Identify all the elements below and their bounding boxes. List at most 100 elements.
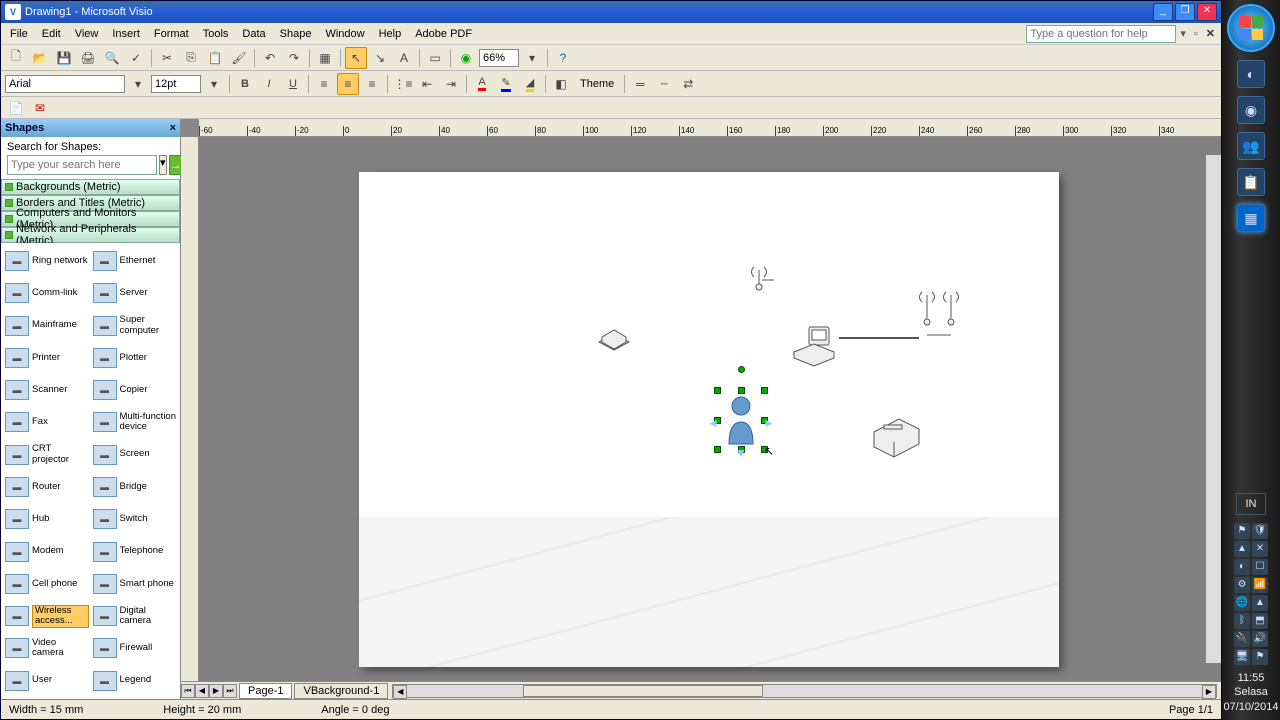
menu-shape[interactable]: Shape [273,26,319,42]
paste-button[interactable]: 📋 [204,47,226,69]
shape-item[interactable]: ▬Bridge [91,471,179,503]
bold-button[interactable]: B [234,73,256,95]
pointer-tool[interactable]: ↖ [345,47,367,69]
drawing-page[interactable]: ◄ ► ▼ ↖ [359,172,1059,667]
fill-button[interactable]: ◉ [455,47,477,69]
fontsize-selector[interactable] [151,75,201,93]
tray-icon[interactable]: 🔌 [1234,631,1250,647]
print-button[interactable]: 🖨 [77,47,99,69]
theme-button[interactable]: Theme [574,76,620,92]
spelling-button[interactable]: ✓ [125,47,147,69]
taskbar-app-1[interactable]: ◐ [1237,60,1265,88]
print-preview-button[interactable]: 🔍 [101,47,123,69]
resize-handle[interactable] [738,387,745,394]
format-painter-button[interactable]: 🖌 [228,47,250,69]
tray-icon[interactable]: ◐ [1234,559,1250,575]
open-button[interactable]: 📂 [29,47,51,69]
line-ends-button[interactable]: ⇄ [677,73,699,95]
language-indicator[interactable]: IN [1236,493,1266,515]
shape-item[interactable]: ▬Scanner [3,374,91,406]
undo-button[interactable]: ↶ [259,47,281,69]
resize-handle[interactable] [761,387,768,394]
new-button[interactable]: 🗋 [5,47,27,69]
shape-item[interactable]: ▬Ring network [3,245,91,277]
tray-icon[interactable]: ▲ [1234,541,1250,557]
shape-item[interactable]: ▬Telephone [91,536,179,568]
tray-icon[interactable]: ☐ [1252,559,1268,575]
connector-tool[interactable]: ↘ [369,47,391,69]
shape-item[interactable]: ▬Multi-function device [91,406,179,438]
shape-item[interactable]: ▬Cell phone [3,568,91,600]
shape-item[interactable]: ▬Copier [91,374,179,406]
shapes-window-button[interactable]: ▦ [314,47,336,69]
shape-item[interactable]: ▬User [3,665,91,697]
shape-item[interactable]: ▬Smart phone [91,568,179,600]
rectangle-tool[interactable]: ▭ [424,47,446,69]
menu-view[interactable]: View [68,26,106,42]
scroll-thumb[interactable] [523,685,763,697]
underline-button[interactable]: U [282,73,304,95]
align-left-button[interactable]: ≡ [313,73,335,95]
tray-icon[interactable]: 🛡 [1252,523,1268,539]
shape-item[interactable]: ▬Server [91,277,179,309]
align-right-button[interactable]: ≡ [361,73,383,95]
font-color-button[interactable]: A [471,73,493,95]
save-button[interactable]: 💾 [53,47,75,69]
tab-nav-prev[interactable]: ◀ [195,684,209,698]
vertical-scrollbar[interactable] [1205,155,1221,663]
shape-wireless-ap[interactable] [744,262,774,292]
resize-handle[interactable] [714,446,721,453]
tab-nav-next[interactable]: ▶ [209,684,223,698]
start-button[interactable] [1227,4,1275,52]
tray-icon[interactable]: ⚙ [1234,577,1250,593]
scroll-right-button[interactable]: ▶ [1202,685,1216,699]
shape-item[interactable]: ▬Switch [91,503,179,535]
search-dropdown[interactable]: ▾ [159,155,167,175]
drawing-viewport[interactable]: ◄ ► ▼ ↖ [199,137,1221,681]
menu-adobe-pdf[interactable]: Adobe PDF [408,26,479,42]
shape-user-selected[interactable]: ◄ ► ▼ [721,394,761,446]
shape-item[interactable]: ▬Printer [3,342,91,374]
align-center-button[interactable]: ≡ [337,73,359,95]
shape-plotter[interactable] [869,407,924,462]
restore-button[interactable]: ▫ [1190,28,1202,40]
autoconnect-arrow-left[interactable]: ◄ [707,416,719,430]
fontsize-dropdown[interactable]: ▾ [203,73,225,95]
shape-item[interactable]: ▬CRT projector [3,439,91,471]
copy-button[interactable]: ⎘ [180,47,202,69]
shape-item[interactable]: ▬Plotter [91,342,179,374]
shape-item[interactable]: ▬Router [3,471,91,503]
shape-item[interactable]: ▬Screen [91,439,179,471]
zoom-dropdown[interactable]: ▾ [521,47,543,69]
rotate-handle[interactable] [738,366,745,373]
taskbar-app-3[interactable]: 👥 [1237,132,1265,160]
shape-item[interactable]: ▬Legend [91,665,179,697]
shape-item[interactable]: ▬Modem [3,536,91,568]
tray-icon[interactable]: ᛒ [1234,613,1250,629]
taskbar-app-4[interactable]: 📋 [1237,168,1265,196]
line-weight-button[interactable]: ═ [629,73,651,95]
minimize-button[interactable]: _ [1153,3,1173,21]
tray-icon[interactable]: 🔊 [1252,631,1268,647]
redo-button[interactable]: ↷ [283,47,305,69]
shape-computer[interactable] [789,322,839,367]
tab-nav-first[interactable]: ⏮ [181,684,195,698]
shape-item[interactable]: ▬Super computer [91,310,179,342]
shape-item[interactable]: ▬Fax [3,406,91,438]
doc-close-button[interactable]: ✕ [1202,27,1219,40]
shape-search-input[interactable] [7,155,157,175]
scroll-left-button[interactable]: ◀ [393,685,407,699]
fill-color-button[interactable]: ◢ [519,73,541,95]
shape-item[interactable]: ▬Mainframe [3,310,91,342]
bullets-button[interactable]: ⋮≡ [392,73,414,95]
shape-printer[interactable] [594,322,634,362]
line-color-button[interactable]: ✎ [495,73,517,95]
help-button[interactable]: ? [552,47,574,69]
text-tool[interactable]: A [393,47,415,69]
menu-format[interactable]: Format [147,26,196,42]
tray-icon[interactable]: ▲ [1252,595,1268,611]
autoconnect-arrow-down[interactable]: ▼ [735,446,747,460]
menu-tools[interactable]: Tools [196,26,236,42]
close-button[interactable]: ✕ [1197,3,1217,21]
theme-icon[interactable]: ◧ [550,73,572,95]
